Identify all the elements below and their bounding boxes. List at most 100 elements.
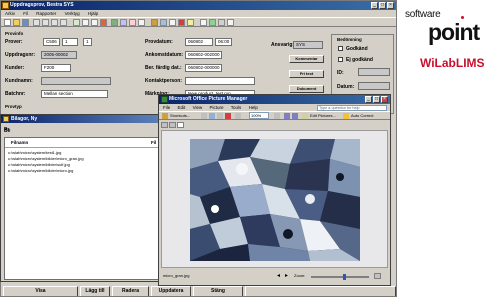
zoom-slider-thumb[interactable] (343, 274, 346, 280)
stang-button[interactable]: Stäng (193, 286, 243, 296)
pm-menu-edit[interactable]: Edit (178, 105, 186, 110)
kontaktperson-field[interactable] (185, 77, 255, 85)
ankomstdatum-field[interactable]: 060802-002000 (185, 51, 222, 59)
pm-tool-icon-4[interactable] (235, 113, 241, 119)
shortcuts-button[interactable]: Shortcuts... (170, 112, 190, 119)
pm-rotate-left-icon[interactable] (284, 113, 290, 119)
new-icon[interactable] (4, 19, 11, 26)
pm-menu-tools[interactable]: Tools (231, 105, 242, 110)
datum-label: Datum: (337, 84, 355, 90)
zoom-slider-track[interactable] (311, 276, 369, 278)
calendar-icon[interactable] (138, 19, 145, 26)
flag-icon[interactable] (129, 19, 136, 26)
maximize-button[interactable]: □ (379, 2, 386, 9)
file-row[interactable]: c:\wlab\micro\system\bilder\sulf.jpg (8, 162, 70, 167)
zoom-select[interactable]: 100% (249, 112, 269, 119)
ansvarig-label: Ansvarig: (271, 42, 295, 48)
mail-icon[interactable] (160, 19, 167, 26)
kommentar-button[interactable]: Kommentar (289, 55, 324, 63)
best-fit-icon[interactable] (374, 273, 381, 279)
file-row[interactable]: c:\wlab\micro\system\test1.jpg (8, 150, 61, 155)
next-picture-icon[interactable]: ▸ (285, 271, 288, 281)
help-icon[interactable] (227, 19, 234, 26)
pm-menu-help[interactable]: Help (249, 105, 258, 110)
chart-icon[interactable] (178, 19, 185, 26)
ber-fardig-field[interactable]: 060802-000000 (185, 64, 222, 72)
minimize-button[interactable]: _ (371, 2, 378, 9)
previous-record-icon[interactable] (42, 19, 49, 26)
batchnr-field[interactable]: Mellan section (41, 90, 108, 98)
print-icon[interactable] (82, 19, 89, 26)
id-label: ID: (337, 70, 344, 76)
delete-icon[interactable] (100, 19, 107, 26)
copy-icon[interactable] (91, 19, 98, 26)
pm-tool-icon-2[interactable] (209, 113, 215, 119)
pm-close-button[interactable]: × (381, 96, 388, 103)
pm-rotate-right-icon[interactable] (292, 113, 298, 119)
pm-menu-file[interactable]: File (163, 105, 170, 110)
visa-button[interactable]: Visa (3, 286, 78, 296)
next-record-icon[interactable] (51, 19, 58, 26)
radera-button[interactable]: Radera (112, 286, 149, 296)
filnamn-column-header: Filnamn (11, 140, 29, 145)
refresh-icon[interactable] (111, 19, 118, 26)
first-record-icon[interactable] (33, 19, 40, 26)
settings-icon[interactable] (200, 19, 207, 26)
brand-product: WiLabLIMS (420, 56, 485, 70)
note-icon[interactable] (187, 19, 194, 26)
extra-bottom-button[interactable] (245, 286, 396, 296)
approve-icon[interactable] (209, 19, 216, 26)
prover-suffix-field[interactable]: 1 (62, 38, 78, 46)
pm-minimize-button[interactable]: _ (365, 96, 372, 103)
zoom-label: Zoom: (294, 273, 306, 278)
uppdatera-button[interactable]: Uppdatera (151, 286, 191, 296)
menu-rapporter[interactable]: Rapporter (36, 11, 56, 16)
save-icon[interactable] (22, 19, 29, 26)
fri-text-button[interactable]: Fri text (289, 70, 324, 78)
prover-field[interactable]: C506 (43, 38, 60, 46)
view-filmstrip-icon[interactable] (169, 122, 176, 128)
close-button[interactable]: × (387, 2, 394, 9)
provdatum-time-field[interactable]: 06:00 (215, 38, 232, 46)
prover-extra-field[interactable]: 1 (83, 38, 92, 46)
menu-hjalp[interactable]: Hjälp (88, 11, 98, 16)
file-row[interactable]: c:\wlab\micro\system\bilder\micro_gran.j… (8, 156, 84, 161)
kunder-field[interactable]: F200 (41, 64, 71, 72)
search-icon[interactable] (73, 19, 80, 26)
attachment-icon[interactable] (169, 19, 176, 26)
dokument-button[interactable]: Dokument (289, 85, 324, 93)
pm-delete-icon[interactable] (225, 113, 231, 119)
edit-pictures-icon[interactable] (302, 113, 308, 119)
bilagor-file-list[interactable]: Filnamn Fil c:\wlab\micro\system\test1.j… (4, 137, 184, 280)
folder-icon[interactable] (151, 19, 158, 26)
pm-tool-icon-3[interactable] (217, 113, 223, 119)
lock-icon[interactable] (218, 19, 225, 26)
auto-correct-icon[interactable] (343, 113, 349, 119)
menu-fil[interactable]: Fil (23, 11, 28, 16)
lagg-till-button[interactable]: Lägg till (80, 286, 110, 296)
pm-fit-icon[interactable] (274, 113, 280, 119)
main-title-bar[interactable]: Uppdragsprov, Bestra SYS (1, 1, 396, 10)
picture-manager-title-bar[interactable]: Microsoft Office Picture Manager (159, 95, 390, 104)
view-single-icon[interactable] (177, 122, 184, 128)
bedomning-title: Bedömning (337, 37, 362, 42)
file-row[interactable]: c:\wlab\micro\system\bilder\micro.jpg (8, 168, 73, 173)
auto-correct-button[interactable]: Auto Correct (351, 112, 373, 119)
pm-menu-view[interactable]: View (193, 105, 203, 110)
edit-pictures-button[interactable]: Edit Pictures... (310, 112, 336, 119)
pm-menu-picture[interactable]: Picture (210, 105, 224, 110)
open-icon[interactable] (13, 19, 20, 26)
godkand-checkbox[interactable] (338, 46, 343, 51)
report-icon[interactable] (120, 19, 127, 26)
menu-verktyg[interactable]: Verktyg (65, 11, 80, 16)
shortcuts-icon[interactable] (162, 113, 168, 119)
previous-picture-icon[interactable]: ◂ (277, 271, 280, 281)
provdatum-field[interactable]: 060802 (185, 38, 213, 46)
last-record-icon[interactable] (60, 19, 67, 26)
pm-maximize-button[interactable]: □ (373, 96, 380, 103)
view-thumbnail-icon[interactable] (161, 122, 168, 128)
ej-godkand-checkbox[interactable] (338, 57, 343, 62)
pm-tool-icon-1[interactable] (201, 113, 207, 119)
picture-manager-title: Microsoft Office Picture Manager (169, 96, 248, 102)
menu-arkiv[interactable]: Arkiv (5, 11, 15, 16)
